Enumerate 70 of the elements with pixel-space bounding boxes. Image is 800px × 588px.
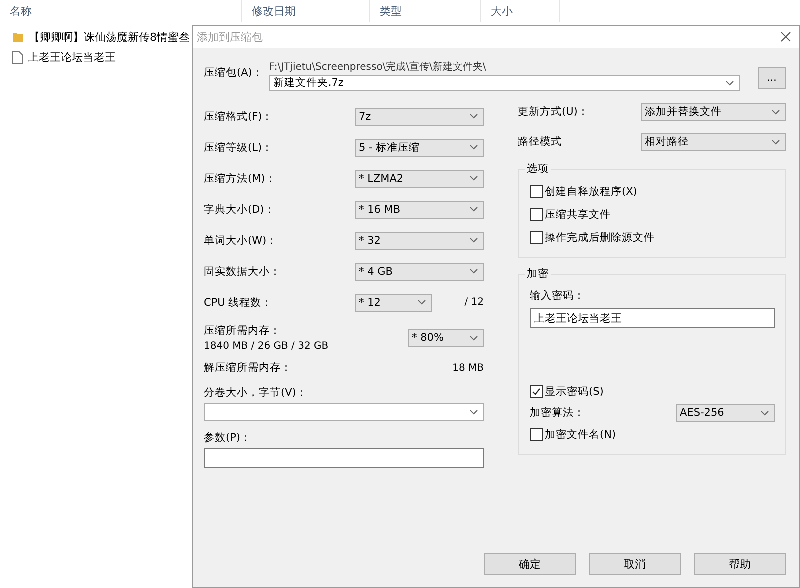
field-label: 固实数据大小： <box>204 264 281 278</box>
document-icon <box>12 50 23 64</box>
chevron-icon <box>772 140 780 144</box>
field-label: 分卷大小，字节(V)： <box>204 386 308 400</box>
chevron-icon <box>470 114 478 119</box>
dropdown[interactable]: * LZMA2 <box>355 170 484 188</box>
dropdown[interactable]: * 80% <box>408 329 484 347</box>
field-label: 参数(P)： <box>204 431 253 445</box>
field-label: 路径模式 <box>518 135 562 149</box>
dropdown[interactable]: * 32 <box>355 232 484 250</box>
archive-path: F:\JTjietu\Screenpresso\完成\宣传\新建文件夹\ <box>269 60 488 74</box>
memory-usage: 1840 MB / 26 GB / 32 GB <box>204 341 329 352</box>
chevron-icon <box>470 207 478 212</box>
chevron-icon <box>470 410 478 414</box>
group-title: 选项 <box>525 162 551 176</box>
dialog-button[interactable]: 帮助 <box>694 553 786 575</box>
dropdown[interactable]: AES-256 <box>676 404 775 422</box>
field-label: 输入密码： <box>530 289 586 303</box>
column-header[interactable]: 修改日期 <box>242 0 370 22</box>
dropdown[interactable]: 添加并替换文件 <box>641 103 786 121</box>
chevron-icon <box>726 80 734 86</box>
memory-value: 18 MB <box>452 362 484 374</box>
chevron-icon <box>470 238 478 243</box>
dialog-button[interactable]: 确定 <box>484 553 576 575</box>
checkbox[interactable]: 压缩共享文件 <box>530 203 775 226</box>
chevron-icon <box>470 145 478 150</box>
chevron-icon <box>761 410 769 416</box>
checkbox[interactable]: 加密文件名(N) <box>530 423 775 446</box>
chevron-icon <box>470 269 478 274</box>
checkbox[interactable]: 操作完成后删除源文件 <box>530 226 775 249</box>
checkbox[interactable]: 显示密码(S) <box>530 380 775 403</box>
field-label: 压缩方法(M)： <box>204 172 276 186</box>
parameters-field[interactable] <box>204 448 484 468</box>
field-label: 字典大小(D)： <box>204 202 276 216</box>
field-label: 压缩等级(L)： <box>204 140 274 154</box>
dropdown[interactable] <box>204 403 484 421</box>
field-label: CPU 线程数： <box>204 296 273 310</box>
folder-icon <box>12 31 24 43</box>
chevron-icon <box>470 336 478 340</box>
field-label: 单词大小(W)： <box>204 234 278 248</box>
window-title: 添加到压缩包 <box>197 30 263 44</box>
browse-button[interactable]: ... <box>758 67 786 89</box>
field-label: 加密算法： <box>530 406 585 420</box>
checkbox[interactable]: 创建自释放程序(X) <box>530 180 775 203</box>
column-header[interactable]: 名称 <box>0 0 242 22</box>
field-label: 压缩格式(F)： <box>204 110 274 124</box>
close-icon[interactable] <box>781 32 791 42</box>
dropdown[interactable]: 5 - 标准压缩 <box>355 138 484 156</box>
chevron-icon <box>772 110 780 114</box>
field-label: 压缩所需内存： <box>204 324 282 338</box>
thread-count: / 12 <box>464 297 484 308</box>
field-label: 压缩包(A)： <box>204 67 264 79</box>
field-label: 解压缩所需内存： <box>204 361 292 375</box>
dropdown[interactable]: * 16 MB <box>355 200 484 218</box>
column-header[interactable]: 大小 <box>481 0 560 22</box>
dropdown[interactable]: 7z <box>355 108 484 126</box>
column-header[interactable]: 类型 <box>370 0 481 22</box>
field-label: 更新方式(U)： <box>518 105 589 119</box>
checkmark-icon <box>532 388 541 396</box>
dialog-button[interactable]: 取消 <box>589 553 681 575</box>
dropdown[interactable]: * 4 GB <box>355 262 484 280</box>
chevron-icon <box>470 176 478 181</box>
group-title: 加密 <box>525 267 551 281</box>
dropdown[interactable]: 新建文件夹.7z <box>269 75 740 91</box>
file-name[interactable]: 上老王论坛当老王 <box>28 50 116 64</box>
chevron-icon <box>418 300 426 305</box>
dropdown[interactable]: 相对路径 <box>641 133 786 151</box>
password-field[interactable]: 上老王论坛当老王 <box>530 308 775 328</box>
dropdown[interactable]: * 12 <box>355 294 432 312</box>
file-name[interactable]: 【卿卿啊】诛仙荡魔新传8情蜜叁 <box>29 30 190 44</box>
